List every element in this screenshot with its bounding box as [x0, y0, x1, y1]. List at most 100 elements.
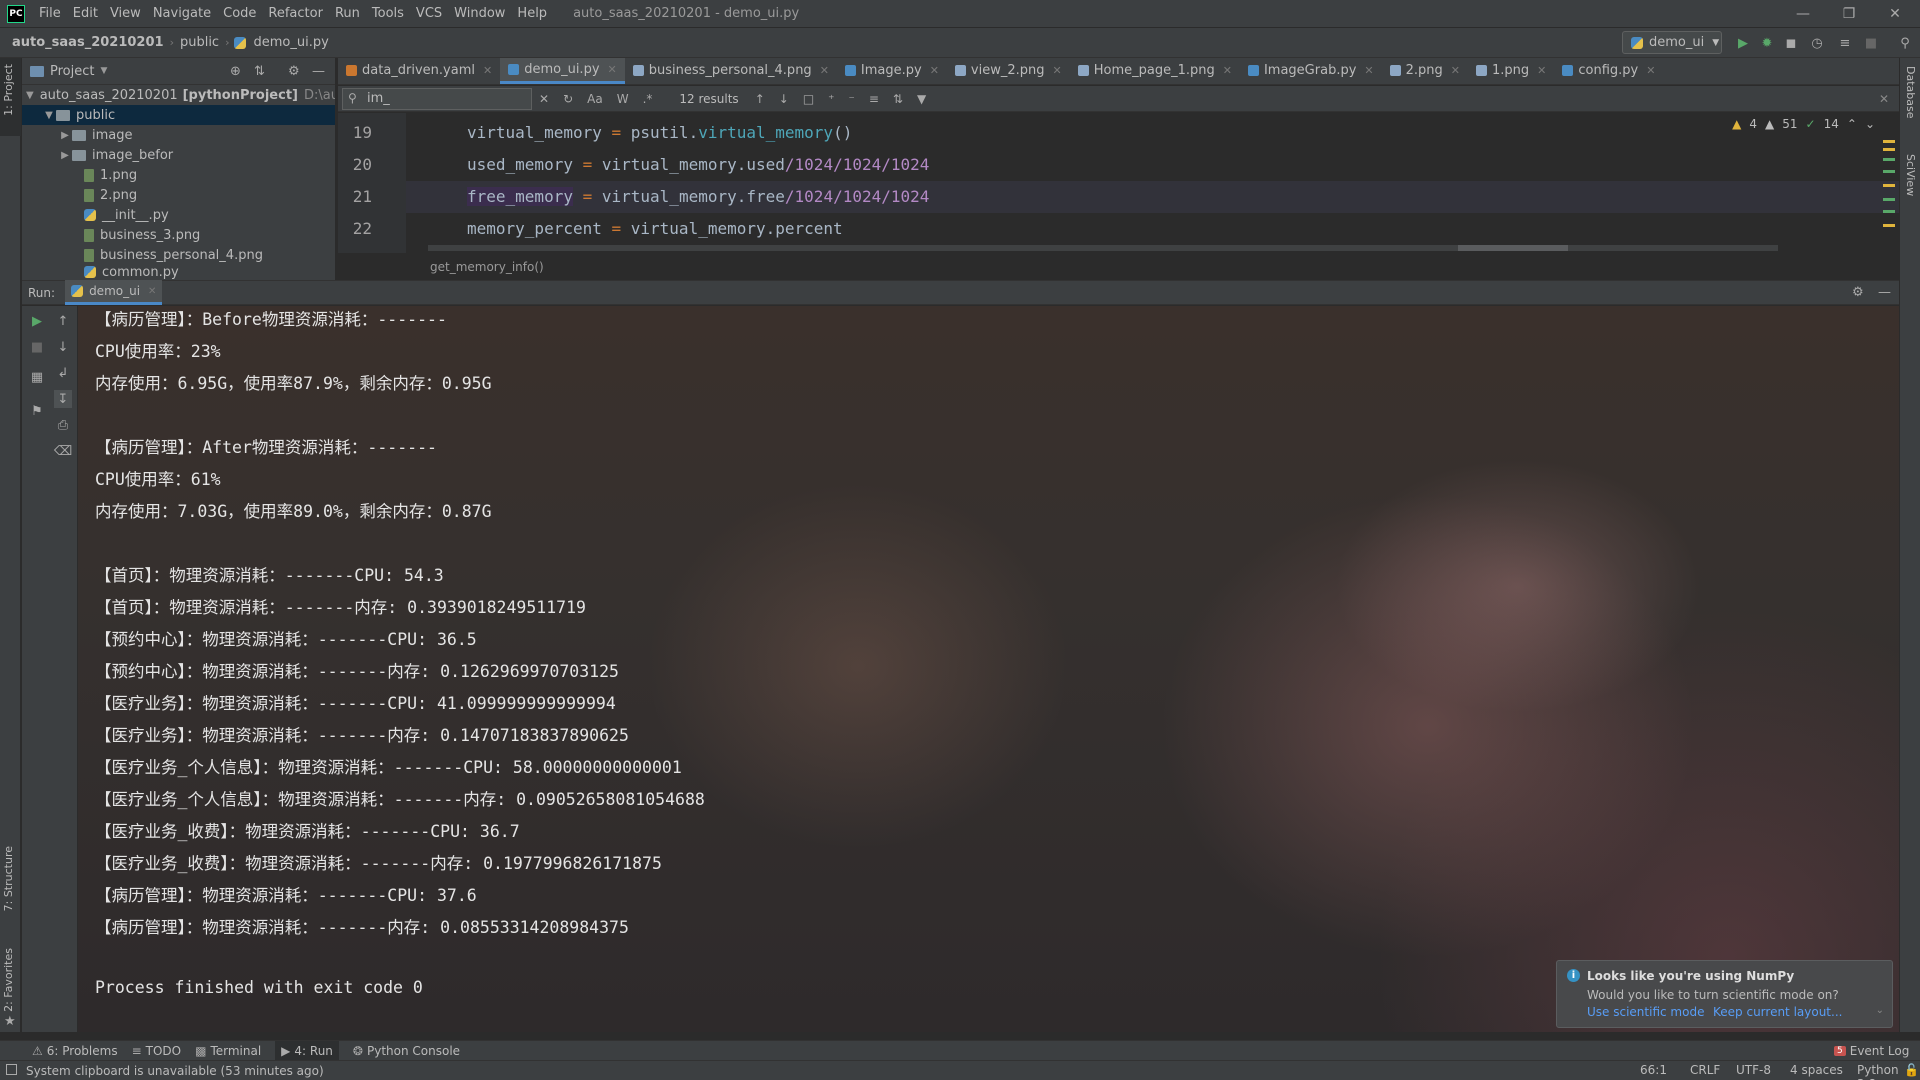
tree-item-business-3-png[interactable]: business_3.png [22, 225, 335, 245]
down-arrow-icon[interactable]: ↓ [54, 338, 72, 356]
breadcrumb-file[interactable]: demo_ui.py [248, 35, 335, 50]
line-separator[interactable]: CRLF [1690, 1063, 1720, 1077]
select-all-icon[interactable]: □ [803, 92, 814, 106]
find-input[interactable] [342, 87, 532, 110]
caret-position[interactable]: 66:1 [1640, 1063, 1667, 1077]
menu-file[interactable]: File [33, 0, 67, 28]
menu-view[interactable]: View [104, 0, 147, 28]
tab-view-2-png[interactable]: view_2.png ✕ [947, 58, 1070, 84]
chevron-up-icon[interactable]: ⌃ [1847, 117, 1857, 131]
menu-navigate[interactable]: Navigate [147, 0, 217, 28]
close-icon[interactable]: ✕ [148, 286, 156, 297]
tab-image-py[interactable]: Image.py ✕ [837, 58, 947, 84]
close-icon[interactable]: ✕ [608, 63, 617, 76]
indent-setting[interactable]: 4 spaces [1790, 1063, 1843, 1077]
run-icon[interactable]: ▶ [1734, 34, 1752, 52]
tree-item-1-png[interactable]: 1.png [22, 165, 335, 185]
stop-icon[interactable]: ■ [28, 338, 46, 356]
tab-imagegrab-py[interactable]: ImageGrab.py ✕ [1240, 58, 1382, 84]
code-breadcrumb[interactable]: get_memory_info() [430, 260, 544, 274]
soft-wrap-icon[interactable]: ↲ [54, 364, 72, 382]
tab-1-png[interactable]: 1.png ✕ [1468, 58, 1554, 84]
database-tool-label[interactable]: Database [1904, 66, 1917, 119]
add-occurrence-icon[interactable]: ⁺ [828, 92, 834, 106]
error-stripe[interactable] [1883, 140, 1895, 250]
restore-layout-icon[interactable]: ▦ [28, 368, 46, 386]
up-arrow-icon[interactable]: ↑ [54, 312, 72, 330]
menu-help[interactable]: Help [511, 0, 553, 28]
close-icon[interactable]: ✕ [1053, 64, 1062, 77]
menu-window[interactable]: Window [448, 0, 511, 28]
horizontal-scrollbar[interactable] [428, 245, 1778, 251]
gear-icon[interactable]: ⚙ [1852, 285, 1864, 300]
menu-edit[interactable]: Edit [67, 0, 104, 28]
chevron-down-icon[interactable]: ⌄ [1876, 1005, 1884, 1016]
tree-item-business-personal-4-png[interactable]: business_personal_4.png [22, 245, 335, 265]
status-message[interactable]: System clipboard is unavailable (53 minu… [26, 1064, 324, 1078]
project-panel-title[interactable]: Project [50, 64, 94, 79]
close-icon[interactable]: ✕ [1364, 64, 1373, 77]
close-icon[interactable]: ✕ [1872, 0, 1918, 28]
tab-config-py[interactable]: config.py ✕ [1554, 58, 1663, 84]
sort-icon[interactable]: ⇅ [893, 92, 903, 106]
menu-vcs[interactable]: VCS [410, 0, 448, 28]
previous-occurrence-icon[interactable]: ↑ [755, 92, 765, 106]
print-icon[interactable]: ⎙ [54, 416, 72, 434]
tab-business-personal-4-png[interactable]: business_personal_4.png ✕ [625, 58, 837, 84]
menu-tools[interactable]: Tools [366, 0, 410, 28]
tree-item-image[interactable]: ▶ image [22, 125, 335, 145]
match-case-icon[interactable]: Aa [587, 92, 603, 106]
close-find-icon[interactable]: ✕ [1879, 92, 1889, 106]
code-editor[interactable]: 19 20 21 22 virtual_memory = psutil.virt… [338, 113, 1899, 253]
restore-icon[interactable]: ❐ [1826, 0, 1872, 28]
inspection-widget[interactable]: ▲ 4 ▲ 51 ✓ 14 ⌃ ⌄ [1732, 117, 1875, 131]
gear-icon[interactable]: ⚙ [288, 64, 300, 79]
hide-icon[interactable]: — [1878, 285, 1891, 300]
menu-refactor[interactable]: Refactor [262, 0, 329, 28]
trash-icon[interactable]: ⌫ [54, 442, 72, 460]
build-icon[interactable]: ≡ [1836, 34, 1854, 52]
profile-icon[interactable]: ◷ [1808, 34, 1826, 52]
chevron-down-icon[interactable]: ⌄ [1865, 117, 1875, 131]
stop-icon[interactable]: ■ [1862, 34, 1880, 52]
breadcrumb-project[interactable]: auto_saas_20210201 [6, 35, 170, 50]
next-occurrence-icon[interactable]: ↓ [779, 92, 789, 106]
rerun-icon[interactable]: ▶ [28, 312, 46, 330]
problems-tool-button[interactable]: ⚠ 6: Problems [32, 1044, 118, 1058]
chevron-down-icon[interactable]: ▼ [100, 66, 107, 76]
close-icon[interactable]: ✕ [1537, 64, 1546, 77]
tree-root[interactable]: ▼ auto_saas_20210201 [pythonProject] D:\… [22, 85, 335, 105]
remove-occurrence-icon[interactable]: ⁻ [849, 92, 855, 106]
tab-data-driven-yaml[interactable]: data_driven.yaml ✕ [338, 58, 500, 84]
close-icon[interactable]: ✕ [930, 64, 939, 77]
close-icon[interactable]: ✕ [820, 64, 829, 77]
python-console-tool-button[interactable]: ❂ Python Console [353, 1044, 460, 1058]
tree-item-image-befor[interactable]: ▶ image_befor [22, 145, 335, 165]
terminal-tool-button[interactable]: ▩ Terminal [195, 1044, 261, 1058]
close-icon[interactable]: ✕ [483, 64, 492, 77]
select-occurrences-icon[interactable]: ≡ [869, 92, 879, 106]
tab-demo-ui-py[interactable]: demo_ui.py ✕ [500, 58, 625, 84]
close-icon[interactable]: ✕ [1223, 64, 1232, 77]
menu-code[interactable]: Code [217, 0, 262, 28]
tree-item-2-png[interactable]: 2.png [22, 185, 335, 205]
hide-icon[interactable]: — [312, 64, 325, 79]
run-configuration-select[interactable]: demo_ui ▼ [1622, 31, 1722, 54]
structure-tool-label[interactable]: 7: Structure [2, 846, 15, 911]
scrollbar-thumb[interactable] [1458, 245, 1568, 251]
search-icon[interactable]: ⚲ [1896, 34, 1914, 52]
run-tool-button[interactable]: ▶ 4: Run [275, 1040, 339, 1061]
close-icon[interactable]: ✕ [1646, 64, 1655, 77]
tab-2-png[interactable]: 2.png ✕ [1382, 58, 1468, 84]
keep-current-layout-link[interactable]: Keep current layout... [1713, 1005, 1842, 1019]
use-scientific-mode-link[interactable]: Use scientific mode [1587, 1005, 1704, 1019]
favorites-tool-label[interactable]: 2: Favorites [2, 948, 15, 1012]
todo-tool-button[interactable]: ≡ TODO [132, 1044, 182, 1058]
tree-item-public[interactable]: ▼ public [22, 105, 335, 125]
run-tab-demo-ui[interactable]: demo_ui ✕ [65, 280, 163, 305]
filter-icon[interactable]: ▼ [917, 92, 926, 106]
locate-icon[interactable]: ⊕ [230, 64, 241, 79]
tree-item-common-py[interactable]: common.py [22, 265, 335, 279]
clear-search-icon[interactable]: ✕ [539, 92, 549, 106]
breadcrumb-folder[interactable]: public [174, 35, 225, 50]
